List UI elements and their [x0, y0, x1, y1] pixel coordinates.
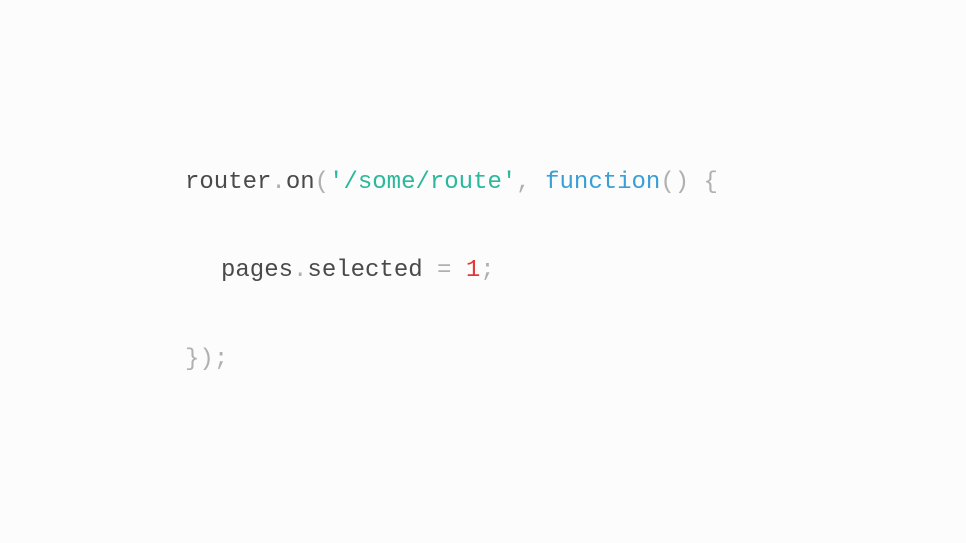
method-name: on — [286, 169, 315, 196]
paren-open: ( — [315, 169, 329, 196]
number-literal: 1 — [466, 257, 480, 284]
code-line-3: }); — [185, 338, 718, 382]
semicolon: ; — [214, 346, 228, 373]
identifier: pages — [221, 257, 293, 284]
code-snippet: router.on('/some/route', function() { pa… — [185, 116, 718, 427]
code-line-2: pages.selected = 1; — [185, 249, 718, 293]
empty-parens: () — [660, 169, 703, 196]
dot-operator: . — [271, 169, 285, 196]
semicolon: ; — [480, 257, 494, 284]
string-quote-close: ' — [502, 169, 516, 196]
brace-open: { — [704, 169, 718, 196]
brace-close: } — [185, 346, 199, 373]
comma: , — [516, 169, 545, 196]
paren-close: ) — [199, 346, 213, 373]
string-body: /some/route — [343, 169, 501, 196]
property-name: selected — [307, 257, 422, 284]
string-quote-open: ' — [329, 169, 343, 196]
code-line-1: router.on('/some/route', function() { — [185, 161, 718, 205]
dot-operator: . — [293, 257, 307, 284]
assign-operator: = — [423, 257, 466, 284]
identifier: router — [185, 169, 271, 196]
function-keyword: function — [545, 169, 660, 196]
